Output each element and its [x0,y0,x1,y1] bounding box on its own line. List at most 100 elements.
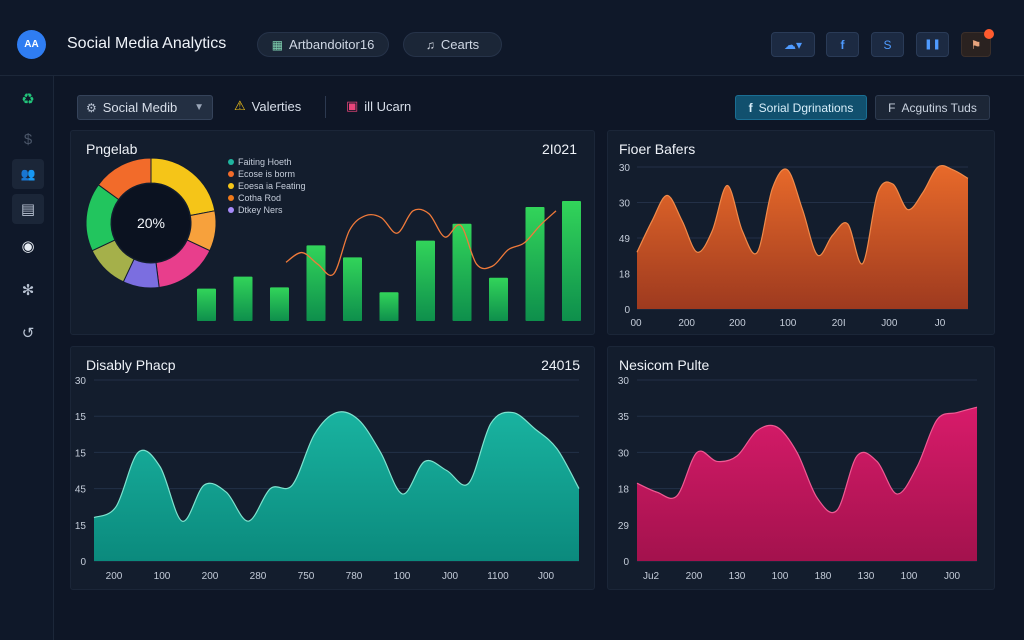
currency-icon: $ [23,130,33,148]
x-tick-label: Ju2 [643,571,660,582]
x-tick-label: J00 [944,571,961,582]
skype-icon: S [883,37,892,52]
legend-label: Dtkey Ners [238,205,283,215]
display-chart: 30 15 15 45 15 0 200 100 200 280 750 780 100 J00 1100 J… [75,376,580,582]
bar [233,276,253,321]
x-tick-label: J00 [442,571,459,582]
x-tick-label: 280 [250,571,267,582]
social-media-select-value: Social Medib [102,100,178,115]
y-tick-label: 45 [75,485,87,496]
bar [452,223,472,321]
top-bar: AA Social Media Analytics ▦ Artbandoitor… [0,0,1024,76]
y-tick-label: 30 [618,376,630,387]
panel-engagement: Pngelab 2I021 20% Faiting Hoeth Ecose is b… [70,130,595,335]
x-tick-label: J00 [881,318,898,329]
filter-valerties-label: Valerties [251,98,302,114]
x-tick-label: 750 [298,571,315,582]
y-tick-label: 0 [623,557,629,568]
x-tick-label: 100 [901,571,918,582]
gear-icon: ⚙ [86,100,97,115]
notification-badge [984,29,994,39]
x-tick-label: 130 [858,571,875,582]
app-logo[interactable]: AA [17,30,46,59]
legend-swatch [228,171,234,177]
x-tick-label: 100 [780,318,797,329]
pulse-chart: 30 35 30 18 29 0 Ju2 200 130 100 180 130 100 J00 [618,376,978,582]
x-tick-label: 100 [394,571,411,582]
follower-chart: 30 30 49 18 000 200 200 100 20I J00 J0 [619,163,969,329]
x-tick-label: J00 [538,571,555,582]
sidebar-item-currency[interactable]: $ [12,124,44,154]
notifications-button[interactable]: ⚑ [961,29,994,57]
chevron-down-icon: ▼ [194,102,204,113]
legend-swatch [228,195,234,201]
network-icon: ✻ [21,282,35,299]
charts-pill-label: Cearts [440,37,480,52]
legend-label: Faiting Hoeth [238,157,292,167]
social-media-select[interactable]: ⚙ Social Medib ▼ [77,95,213,120]
bar [379,292,399,321]
bar [489,277,508,321]
panel-display: Disably Phacp 24015 30 15 15 45 15 0 200 100 200… [70,346,595,590]
donut-center-label: 20% [137,215,165,231]
filter-ucarn[interactable]: ▣ ill Ucarn [346,98,411,114]
sidebar-item-documents[interactable]: ▤ [12,194,44,224]
y-tick-label: 30 [75,376,87,387]
x-tick-label: 200 [686,571,703,582]
filter-valerties[interactable]: ⚠ Valerties [234,98,301,114]
facebook-button[interactable]: f [826,32,859,57]
social-destinations-button[interactable]: f Sorial Dgrinations [735,95,867,120]
facebook-icon: f [840,37,845,52]
y-tick-label: 49 [619,234,631,245]
x-tick-label: J0 [935,318,946,329]
users-icon: 👥 [20,167,36,181]
app-title: Social Media Analytics [67,35,227,52]
x-tick-label: 780 [346,571,363,582]
x-tick-label: 200 [729,318,746,329]
chat-icon: ◉ [21,238,35,255]
accounts-tools-button[interactable]: F Acgutins Tuds [875,95,990,120]
x-tick-label: 180 [815,571,832,582]
x-tick-label: 100 [772,571,789,582]
x-tick-label: 200 [678,318,695,329]
bar [562,201,581,321]
charts-pill[interactable]: ♫ Cearts [403,32,502,57]
legend-swatch [228,183,234,189]
y-tick-label: 18 [618,485,630,496]
pause-button[interactable]: ❚❚ [916,32,949,57]
bar [197,288,216,321]
facebook-icon: F [888,100,896,115]
x-tick-label: 200 [106,571,123,582]
sidebar-item-chat[interactable]: ◉ [12,231,44,261]
cloud-icon: ☁▾ [783,37,803,52]
y-tick-label: 15 [75,448,87,459]
bar [343,257,362,321]
warning-icon: ⚠ [234,98,246,113]
y-tick-label: 35 [618,412,630,423]
x-tick-label: 00 [630,318,642,329]
workspace-pill[interactable]: ▦ Artbandoitor16 [257,32,389,57]
facebook-icon: f [748,100,753,115]
area-fill [94,411,579,561]
legend-swatch [228,159,234,165]
sidebar-item-network[interactable]: ✻ [12,275,44,305]
panel-follower: Fioer Bafers 30 30 49 18 0 00 200 200 100 20I J00 J… [607,130,995,335]
sidebar: ♻ $ 👥 ▤ ◉ ✻ ↺ [0,76,54,640]
notification-icon: ⚑ [970,37,982,52]
sidebar-item-users[interactable]: 👥 [12,159,44,189]
filter-divider [325,96,326,118]
sidebar-item-recycle[interactable]: ♻ [12,84,44,114]
panel-pulse: Nesicom Pulte 30 35 30 18 29 0 Ju2 200 130 100 180… [607,346,995,590]
y-tick-label: 30 [619,163,631,174]
y-tick-label: 18 [619,270,631,281]
filter-ucarn-label: ill Ucarn [364,98,412,114]
x-tick-label: 200 [202,571,219,582]
skype-button[interactable]: S [871,32,904,57]
legend-label: Ecose is borm [238,169,295,179]
cloud-dropdown-button[interactable]: ☁▾ [771,32,815,57]
sidebar-item-history[interactable]: ↺ [12,318,44,348]
legend-label: Cotha Rod [238,193,281,203]
pause-icon: ❚❚ [924,39,941,50]
workspace-pill-label: Artbandoitor16 [289,37,375,52]
chart-icon: ♫ [425,37,435,52]
